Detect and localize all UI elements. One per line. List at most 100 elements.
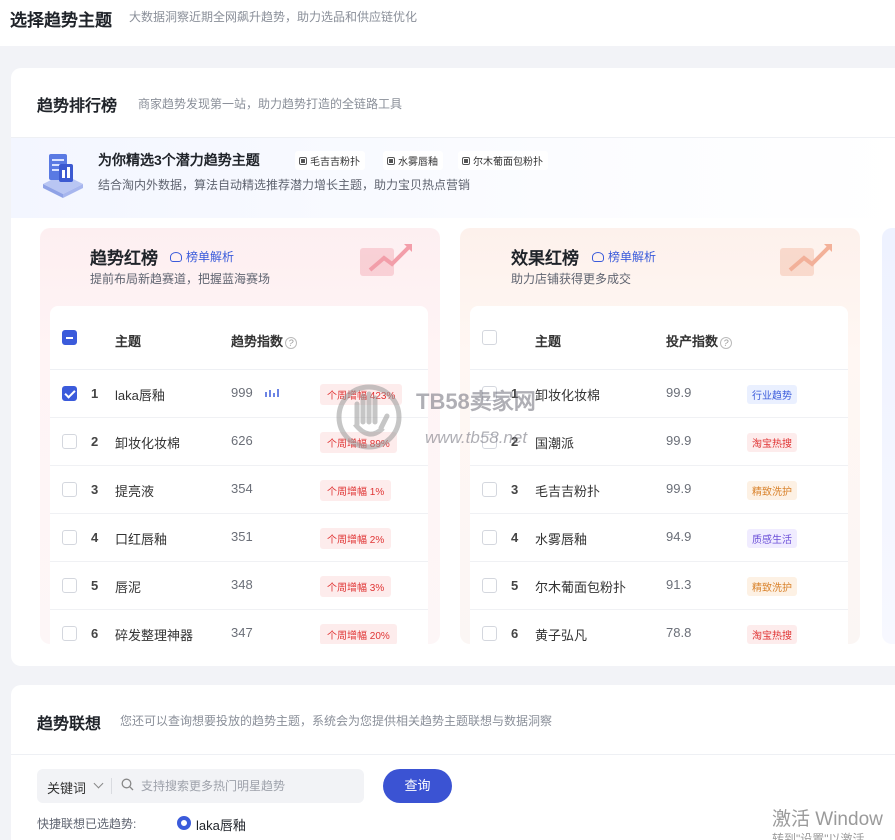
category-tag: 质感生活 xyxy=(747,529,797,548)
effect-board-title: 效果红榜 xyxy=(511,249,579,268)
row-checkbox[interactable] xyxy=(482,626,497,641)
help-icon[interactable]: ? xyxy=(720,337,733,349)
watermark-brand: TB58卖家网 xyxy=(416,389,536,414)
rank: 2 xyxy=(91,434,99,449)
rank: 6 xyxy=(511,626,519,641)
divider xyxy=(111,778,112,794)
table-row[interactable]: 6 碎发整理神器 347 个周增幅 20% xyxy=(50,610,428,644)
row-checkbox[interactable] xyxy=(62,578,77,593)
page-title: 选择趋势主题 xyxy=(10,11,112,30)
table-row[interactable]: 3 提亮液 354 个周增幅 1% xyxy=(50,466,428,514)
category-tag: 精致洗护 xyxy=(747,481,797,500)
pick-tag-label: 尔木葡面包粉扑 xyxy=(473,157,543,168)
topic-name: 提亮液 xyxy=(115,484,155,499)
topic-name: 卸妆化妆棉 xyxy=(115,436,181,451)
search-input[interactable] xyxy=(141,776,351,796)
trend-value: 626 xyxy=(231,433,253,448)
picks-title: 为你精选3个潜力趋势主题 xyxy=(98,152,260,168)
trend-arrow-decoration-icon xyxy=(780,244,832,276)
trend-value: 999 xyxy=(231,385,253,400)
topic-name: 唇泥 xyxy=(115,580,142,595)
table-row[interactable]: 5 尔木葡面包粉扑 91.3 精致洗护 xyxy=(470,562,848,610)
col-index-wrap: 趋势指数? xyxy=(231,331,298,350)
row-checkbox[interactable] xyxy=(62,530,77,545)
picks-banner: 为你精选3个潜力趋势主题 毛吉吉粉扑 水雾唇釉 尔木葡面包粉扑 结合淘内外数据，… xyxy=(11,138,895,218)
page-subtitle: 大数据洞察近期全网飙升趋势，助力选品和供应链优化 xyxy=(129,10,418,24)
topic-name: 毛吉吉粉扑 xyxy=(535,484,601,499)
table-row[interactable]: 4 口红唇釉 351 个周增幅 2% xyxy=(50,514,428,562)
col-index: 趋势指数 xyxy=(231,334,284,349)
windows-activation-title: 激活 Window xyxy=(772,809,883,830)
row-checkbox[interactable] xyxy=(62,626,77,641)
query-button[interactable]: 查询 xyxy=(383,769,452,803)
hand-logo-watermark-icon xyxy=(336,384,402,450)
graduation-cap-icon xyxy=(170,251,182,262)
quick-label: 快捷联想已选趋势: xyxy=(37,817,137,831)
row-checkbox[interactable] xyxy=(482,578,497,593)
row-checkbox[interactable] xyxy=(482,530,497,545)
select-all-checkbox[interactable] xyxy=(62,330,77,345)
topic-name: 国潮派 xyxy=(535,436,575,451)
watermark-url: www.tb58.net xyxy=(425,428,528,447)
topic-name: 碎发整理神器 xyxy=(115,628,194,643)
category-tag: 淘宝热搜 xyxy=(747,433,797,452)
tag-icon xyxy=(462,156,470,165)
table-row[interactable]: 4 水雾唇釉 94.9 质感生活 xyxy=(470,514,848,562)
pick-tag[interactable]: 水雾唇釉 xyxy=(383,151,443,170)
row-checkbox[interactable] xyxy=(62,434,77,449)
pick-tag-label: 水雾唇釉 xyxy=(398,157,438,168)
table-row[interactable]: 5 唇泥 348 个周增幅 3% xyxy=(50,562,428,610)
rank: 1 xyxy=(91,386,99,401)
roi-value: 78.8 xyxy=(666,625,692,640)
trend-board-title: 趋势红榜 xyxy=(90,249,158,268)
trend-board-analysis-link[interactable]: 榜单解析 xyxy=(170,248,234,265)
roi-value: 99.9 xyxy=(666,385,692,400)
row-checkbox[interactable] xyxy=(482,482,497,497)
chevron-down-icon[interactable] xyxy=(93,778,104,789)
effect-board-analysis-link[interactable]: 榜单解析 xyxy=(592,248,656,265)
col-topic: 主题 xyxy=(115,334,142,349)
ranking-card: 趋势排行榜 商家趋势发现第一站，助力趋势打造的全链路工具 为你精选3个潜力趋势主… xyxy=(11,68,895,666)
trend-value: 354 xyxy=(231,481,253,496)
rank: 5 xyxy=(91,578,99,593)
ranking-header: 趋势排行榜 商家趋势发现第一站，助力趋势打造的全链路工具 xyxy=(11,68,895,138)
ranking-subtitle: 商家趋势发现第一站，助力趋势打造的全链路工具 xyxy=(138,97,403,111)
rank: 6 xyxy=(91,626,99,641)
table-row[interactable]: 3 毛吉吉粉扑 99.9 精致洗护 xyxy=(470,466,848,514)
graduation-cap-icon xyxy=(592,251,604,262)
topic-name: 水雾唇釉 xyxy=(535,532,588,547)
keyword-select[interactable]: 关键词 xyxy=(47,778,86,797)
trend-chart-icon[interactable] xyxy=(265,388,279,398)
roi-value: 99.9 xyxy=(666,481,692,496)
col-index-wrap: 投产指数? xyxy=(666,331,733,350)
help-icon[interactable]: ? xyxy=(285,337,298,349)
tag-icon xyxy=(299,156,307,165)
page-header: 选择趋势主题 大数据洞察近期全网飙升趋势，助力选品和供应链优化 xyxy=(0,0,895,46)
table-row[interactable]: 6 黄子弘凡 78.8 淘宝热搜 xyxy=(470,610,848,644)
roi-value: 91.3 xyxy=(666,577,692,592)
row-checkbox[interactable] xyxy=(62,482,77,497)
search-icon xyxy=(121,778,134,791)
association-card: 趋势联想 您还可以查询想要投放的趋势主题，系统会为您提供相关趋势主题联想与数据洞… xyxy=(11,685,895,840)
category-tag: 淘宝热搜 xyxy=(747,625,797,644)
trend-value: 348 xyxy=(231,577,253,592)
topic-name: 口红唇釉 xyxy=(115,532,168,547)
trend-value: 351 xyxy=(231,529,253,544)
topic-name: 尔木葡面包粉扑 xyxy=(535,580,627,595)
topic-name: 黄子弘凡 xyxy=(535,628,588,643)
growth-badge: 个周增幅 1% xyxy=(320,480,392,501)
col-topic: 主题 xyxy=(535,334,562,349)
windows-activation-hint: 转到"设置"以激活 xyxy=(772,832,865,840)
search-bar: 关键词 xyxy=(37,769,364,803)
quick-radio[interactable] xyxy=(177,816,191,830)
category-tag: 精致洗护 xyxy=(747,577,797,596)
row-checkbox[interactable] xyxy=(62,386,77,401)
pick-tag[interactable]: 尔木葡面包粉扑 xyxy=(458,151,548,170)
pick-tag[interactable]: 毛吉吉粉扑 xyxy=(295,151,365,170)
analysis-label: 榜单解析 xyxy=(608,250,657,264)
association-title: 趋势联想 xyxy=(37,716,102,733)
select-all-checkbox[interactable] xyxy=(482,330,497,345)
col-index: 投产指数 xyxy=(666,334,719,349)
category-tag: 行业趋势 xyxy=(747,385,797,404)
divider xyxy=(11,754,895,755)
